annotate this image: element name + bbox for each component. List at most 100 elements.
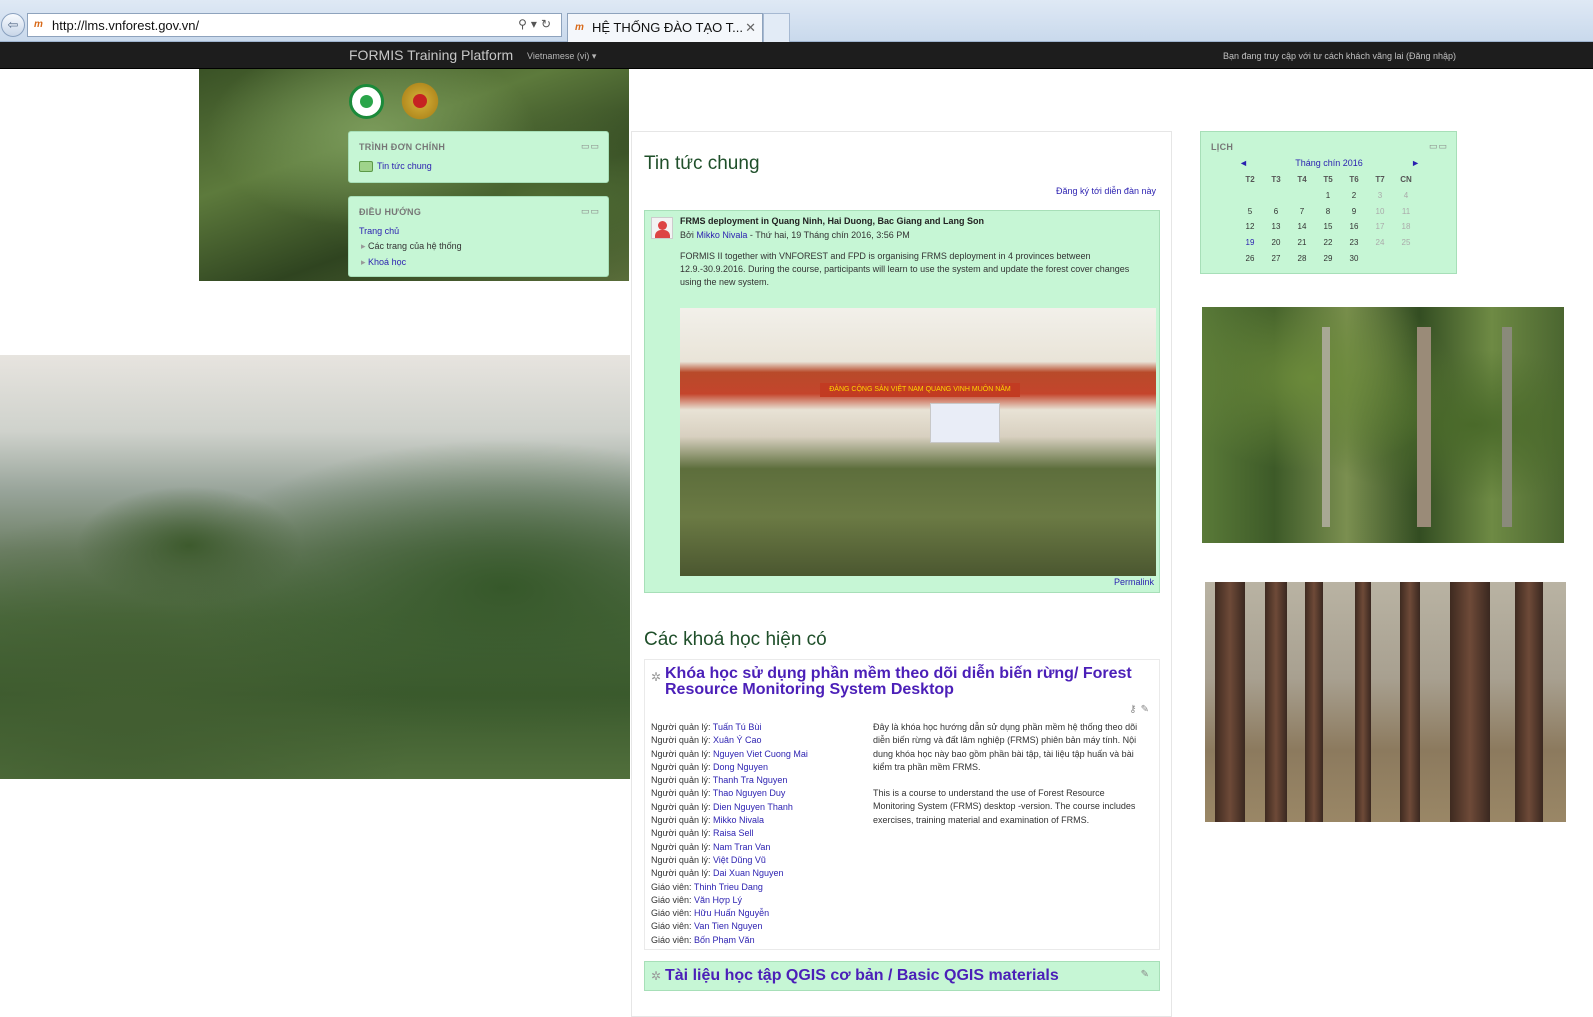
back-arrow-icon[interactable]: ⇦ (1, 13, 25, 37)
course-icon: ✲ (651, 969, 662, 983)
staff-row: Người quản lý: Nam Tran Van (651, 841, 871, 854)
calendar-day[interactable]: 27 (1263, 251, 1289, 267)
calendar-day[interactable]: 9 (1341, 204, 1367, 220)
nav-courses[interactable]: ▸ Khoá học (361, 257, 406, 268)
staff-name-link[interactable]: Dong Nguyen (713, 762, 768, 772)
staff-name-link[interactable]: Dai Xuan Nguyen (713, 868, 784, 878)
calendar-day[interactable]: 7 (1289, 204, 1315, 220)
calendar-day[interactable]: 23 (1341, 235, 1367, 251)
calendar-day[interactable]: 15 (1315, 219, 1341, 235)
calendar-day[interactable]: 24 (1367, 235, 1393, 251)
url-text[interactable]: http://lms.vnforest.gov.vn/ (52, 18, 199, 33)
staff-name-link[interactable]: Dien Nguyen Thanh (713, 802, 793, 812)
staff-role: Người quản lý: (651, 775, 713, 786)
language-menu[interactable]: Vietnamese (vi) ▾ (527, 51, 596, 62)
calendar-day[interactable]: 4 (1393, 188, 1419, 204)
avatar[interactable] (651, 217, 673, 239)
calendar-day[interactable]: 5 (1237, 204, 1263, 220)
block-controls[interactable]: ▭▭ (581, 141, 600, 152)
calendar-day[interactable]: 19 (1237, 235, 1263, 251)
menu-item-label[interactable]: Tin tức chung (377, 161, 432, 171)
news-heading: Tin tức chung (644, 153, 760, 174)
post-author[interactable]: Mikko Nivala (696, 230, 747, 240)
calendar-day[interactable]: 3 (1367, 188, 1393, 204)
staff-name-link[interactable]: Tuấn Tú Bùi (713, 722, 762, 732)
calendar-day[interactable]: 21 (1289, 235, 1315, 251)
close-icon[interactable]: ✕ (745, 20, 756, 36)
staff-name-link[interactable]: Mikko Nivala (713, 815, 764, 825)
calendar-day[interactable]: 8 (1315, 204, 1341, 220)
block-title: LỊCH (1211, 142, 1234, 152)
calendar-day[interactable]: 20 (1263, 235, 1289, 251)
calendar-day[interactable]: 30 (1341, 251, 1367, 267)
nav-item-label[interactable]: Khoá học (368, 257, 406, 267)
refresh-icon[interactable]: ↻ (541, 17, 555, 31)
staff-row: Giáo viên: Van Tien Nguyen (651, 920, 871, 933)
staff-role: Người quản lý: (651, 735, 713, 746)
staff-name-link[interactable]: Thanh Tra Nguyen (713, 775, 788, 785)
navigation-block: ĐIỀU HƯỚNG ▭▭ Trang chủ ▸ Các trang của … (348, 196, 609, 277)
rubber-plantation-photo (1205, 582, 1566, 822)
calendar-day[interactable]: 6 (1263, 204, 1289, 220)
staff-name-link[interactable]: Van Tien Nguyen (694, 921, 762, 931)
training-session-photo: ĐẢNG CỘNG SẢN VIỆT NAM QUANG VINH MUÔN N… (680, 308, 1156, 576)
calendar-day[interactable]: 2 (1341, 188, 1367, 204)
calendar-next-icon[interactable]: ► (1411, 158, 1420, 168)
calendar-weekday: T7 (1375, 175, 1385, 184)
main-menu-block: TRÌNH ĐƠN CHÍNH ▭▭ Tin tức chung (348, 131, 609, 183)
nav-home-label[interactable]: Trang chủ (359, 226, 399, 236)
staff-name-link[interactable]: Xuân Ý Cao (713, 735, 762, 745)
nav-home[interactable]: Trang chủ (359, 226, 399, 236)
calendar-day[interactable]: 11 (1393, 204, 1419, 220)
staff-name-link[interactable]: Bốn Phạm Văn (694, 935, 755, 945)
brand-link[interactable]: FORMIS Training Platform (349, 47, 513, 63)
summary-en: This is a course to understand the use o… (873, 788, 1136, 825)
calendar-day[interactable]: 14 (1289, 219, 1315, 235)
staff-name-link[interactable]: Văn Hợp Lý (694, 895, 742, 905)
calendar-day[interactable]: 17 (1367, 219, 1393, 235)
staff-name-link[interactable]: Nguyen Viet Cuong Mai (713, 749, 808, 759)
calendar-day[interactable]: 10 (1367, 204, 1393, 220)
staff-role: Giáo viên: (651, 934, 695, 945)
staff-role: Người quản lý: (651, 841, 713, 852)
calendar-grid: T2 T3 T4 T5 T6 T7 CN 1 2 3 4 5 6 7 8 9 10 11 12 13 14 15 16 17 1… (1237, 172, 1419, 267)
block-controls[interactable]: ▭▭ (1429, 141, 1448, 152)
calendar-day[interactable]: 18 (1393, 219, 1419, 235)
browser-tab[interactable]: m HỆ THỐNG ĐÀO TẠO T... ✕ (567, 13, 763, 42)
language-label: Vietnamese (vi) (527, 51, 590, 61)
calendar-day[interactable]: 22 (1315, 235, 1341, 251)
staff-name-link[interactable]: Việt Dũng Vũ (713, 855, 766, 865)
calendar-day[interactable]: 12 (1237, 219, 1263, 235)
calendar-day[interactable]: 13 (1263, 219, 1289, 235)
address-bar[interactable]: m http://lms.vnforest.gov.vn/ ⚲▾↻ (27, 13, 562, 37)
staff-name-link[interactable]: Nam Tran Van (713, 842, 770, 852)
new-tab-button[interactable] (763, 13, 790, 42)
course-title-link[interactable]: Khóa học sử dụng phần mềm theo dõi diễn … (665, 666, 1145, 698)
calendar-day[interactable]: 1 (1315, 188, 1341, 204)
calendar-day[interactable]: 25 (1393, 235, 1419, 251)
staff-name-link[interactable]: Thao Nguyen Duy (713, 788, 786, 798)
search-icon[interactable]: ⚲ (518, 17, 531, 31)
staff-name-link[interactable]: Hữu Huấn Nguyễn (694, 908, 769, 918)
permalink[interactable]: Permalink (1114, 577, 1154, 587)
calendar-day[interactable]: 16 (1341, 219, 1367, 235)
staff-row: Người quản lý: Tuấn Tú Bùi (651, 721, 871, 734)
course-box: ✲ Tài liệu học tập QGIS cơ bản / Basic Q… (644, 961, 1160, 991)
login-info[interactable]: Bạn đang truy cập với tư cách khách vãng… (1223, 51, 1456, 61)
nav-site-pages[interactable]: ▸ Các trang của hệ thống (361, 241, 462, 252)
block-controls[interactable]: ▭▭ (581, 206, 600, 217)
staff-row: Người quản lý: Raisa Sell (651, 827, 871, 840)
staff-name-link[interactable]: Thinh Trieu Dang (694, 882, 763, 892)
staff-row: Người quản lý: Dong Nguyen (651, 761, 871, 774)
calendar-day[interactable]: 28 (1289, 251, 1315, 267)
projector-screen (930, 403, 1000, 443)
calendar-day[interactable]: 29 (1315, 251, 1341, 267)
block-title: ĐIỀU HƯỚNG (359, 207, 422, 217)
calendar-day[interactable]: 26 (1237, 251, 1263, 267)
staff-name-link[interactable]: Raisa Sell (713, 828, 754, 838)
course-title-link[interactable]: Tài liệu học tập QGIS cơ bản / Basic QGI… (665, 968, 1145, 984)
subscribe-link[interactable]: Đăng ký tới diễn đàn này (1056, 186, 1156, 196)
menu-item-news[interactable]: Tin tức chung (359, 161, 432, 173)
summary-vi: Đây là khóa học hướng dẫn sử dụng phần m… (873, 722, 1138, 772)
dropdown-icon[interactable]: ▾ (531, 17, 541, 31)
